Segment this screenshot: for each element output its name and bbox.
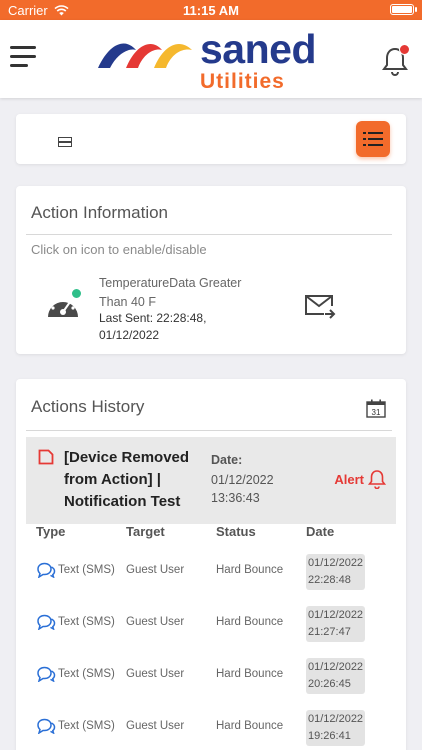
action-toggle[interactable] [46, 288, 82, 320]
alert-date-day: 01/12/2022 [211, 473, 274, 487]
col-type-header: Type [36, 524, 66, 539]
status-bar: Carrier 11:15 AM [0, 0, 422, 20]
date-cell: 01/12/2022 19:26:41 [306, 710, 366, 746]
notification-button[interactable] [382, 44, 410, 76]
app-logo: saned Utilities [96, 26, 326, 93]
alert-summary[interactable]: [Device Removed from Action] | Notificat… [26, 437, 396, 524]
date-time: 20:26:45 [308, 678, 351, 690]
type-label: Text (SMS) [58, 668, 115, 680]
status-cell: Hard Bounce [216, 616, 284, 628]
table-row[interactable]: Text (SMS) Guest User Hard Bounce 01/12/… [26, 546, 396, 598]
history-table: Type Target Status Date Text (SMS) Guest… [26, 524, 396, 750]
calendar-icon: 31 [366, 399, 386, 418]
type-label: Text (SMS) [58, 564, 115, 576]
date-cell: 01/12/2022 21:27:47 [306, 606, 366, 642]
target-cell: Guest User [126, 616, 185, 628]
action-info-title: Action Information [31, 203, 169, 222]
col-status-header: Status [216, 524, 256, 539]
document-icon [38, 449, 54, 465]
target-cell: Guest User [126, 564, 185, 576]
divider [26, 234, 392, 235]
chat-icon [37, 562, 56, 578]
type-label: Text (SMS) [58, 720, 115, 732]
status-time: 11:15 AM [183, 3, 239, 18]
chat-icon [37, 718, 56, 734]
chat-icon [37, 614, 56, 630]
status-cell: Hard Bounce [216, 564, 284, 576]
chat-icon [37, 666, 56, 682]
enabled-indicator [71, 288, 82, 299]
action-hint: Click on icon to enable/disable [31, 242, 207, 257]
action-description: TemperatureData Greater Than 40 F [99, 276, 242, 309]
alert-date-time: 13:36:43 [211, 491, 260, 505]
notification-dot [399, 44, 410, 55]
alert-date-label: Date: [211, 453, 243, 467]
date-time: 19:26:41 [308, 730, 351, 742]
battery-icon [390, 4, 417, 15]
alert-date: 01/12/2022 13:36:43 [211, 471, 301, 507]
date-day: 01/12/2022 [308, 661, 364, 673]
type-cell: Text (SMS) [36, 666, 115, 682]
table-row[interactable]: Text (SMS) Guest User Hard Bounce 01/12/… [26, 650, 396, 702]
list-view-icon [363, 132, 383, 146]
date-time: 21:27:47 [308, 626, 351, 638]
brand-name: saned [200, 26, 317, 72]
type-cell: Text (SMS) [36, 718, 115, 734]
date-day: 01/12/2022 [308, 713, 364, 725]
status-cell: Hard Bounce [216, 720, 284, 732]
date-day: 01/12/2022 [308, 557, 364, 569]
alert-badge-label: Alert [334, 471, 364, 487]
type-cell: Text (SMS) [36, 614, 115, 630]
date-cell: 01/12/2022 20:26:45 [306, 658, 366, 694]
history-title: Actions History [31, 397, 145, 416]
table-header: Type Target Status Date [26, 524, 396, 546]
calendar-button[interactable]: 31 [366, 399, 386, 418]
list-view-button[interactable] [356, 121, 390, 157]
date-time: 22:28:48 [308, 574, 351, 586]
target-cell: Guest User [126, 720, 185, 732]
mail-forward-button[interactable] [304, 292, 336, 320]
divider [26, 430, 392, 431]
alert-name: [Device Removed from Action] | Notificat… [64, 449, 190, 510]
brand-sub: Utilities [200, 70, 285, 93]
action-information-card: Action Information Click on icon to enab… [16, 186, 406, 354]
target-cell: Guest User [126, 668, 185, 680]
app-header: saned Utilities [0, 20, 422, 98]
grid-view-icon [58, 137, 72, 147]
table-row[interactable]: Text (SMS) Guest User Hard Bounce 01/12/… [26, 702, 396, 750]
date-cell: 01/12/2022 22:28:48 [306, 554, 366, 590]
type-label: Text (SMS) [58, 616, 115, 628]
col-target-header: Target [126, 524, 165, 539]
calendar-day: 31 [372, 408, 381, 417]
table-row[interactable]: Text (SMS) Guest User Hard Bounce 01/12/… [26, 598, 396, 650]
grid-view-button[interactable] [58, 134, 72, 147]
menu-icon[interactable] [10, 46, 36, 68]
status-cell: Hard Bounce [216, 668, 284, 680]
type-cell: Text (SMS) [36, 562, 115, 578]
action-last-sent: Last Sent: 22:28:48, 01/12/2022 [99, 311, 207, 342]
date-day: 01/12/2022 [308, 609, 364, 621]
bell-icon [368, 470, 386, 489]
logo-mark-icon [98, 43, 192, 68]
actions-history-card: Actions History 31 [Device Removed from … [16, 379, 406, 750]
mail-forward-icon [305, 295, 336, 319]
view-toolbar [16, 114, 406, 164]
alert-badge: Alert [334, 469, 386, 489]
col-date-header: Date [306, 524, 335, 539]
